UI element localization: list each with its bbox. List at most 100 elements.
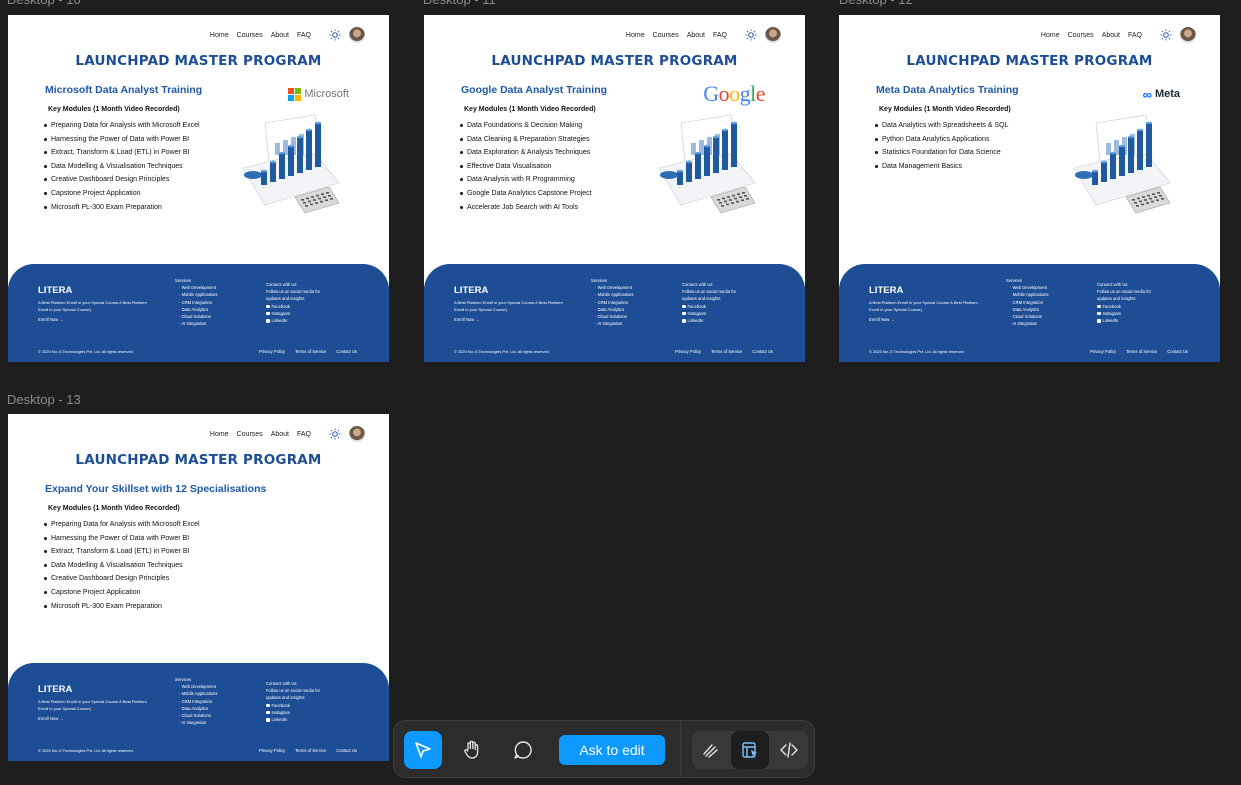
nav-item-home[interactable]: Home <box>1041 32 1060 39</box>
social-link-instagram[interactable]: Instagram <box>682 310 750 317</box>
nav-item-about[interactable]: About <box>271 32 289 39</box>
nav-item-about[interactable]: About <box>271 431 289 438</box>
service-link[interactable]: · Data Analytics <box>595 306 633 313</box>
service-link[interactable]: · CRM Integration <box>179 299 217 306</box>
social-link-facebook[interactable]: Facebook <box>266 702 334 709</box>
sun-icon[interactable] <box>329 29 341 41</box>
service-link[interactable]: · Web Development <box>179 284 217 291</box>
social-link-facebook[interactable]: Facebook <box>266 303 334 310</box>
footer-links: Privacy Policy Terms of Service Contact Us <box>259 349 357 354</box>
service-link[interactable]: · Data Analytics <box>179 306 217 313</box>
modules-heading: Key Modules (1 Month Video Recorded) <box>48 505 180 512</box>
modules-heading: Key Modules (1 Month Video Recorded) <box>48 106 180 113</box>
social-link-instagram[interactable]: Instagram <box>266 310 334 317</box>
sun-icon[interactable] <box>329 428 341 440</box>
service-link[interactable]: · Mobile Applications <box>179 291 217 298</box>
dev-mode-button[interactable] <box>770 731 808 769</box>
service-link[interactable]: · Cloud Solutions <box>1010 313 1048 320</box>
enroll-now-link[interactable]: Enroll Now → <box>869 317 895 322</box>
frame-label[interactable]: Desktop - 11 <box>423 0 496 7</box>
desktop-frame[interactable]: Home Courses About FAQ LAUNCHPAD MASTER PROG… <box>839 15 1220 362</box>
service-link[interactable]: · Data Analytics <box>1010 306 1048 313</box>
frame-label[interactable]: Desktop - 10 <box>7 0 81 7</box>
nav-item-faq[interactable]: FAQ <box>1128 32 1142 39</box>
footer-link[interactable]: Contact Us <box>336 748 357 753</box>
service-link[interactable]: · AI Integration <box>179 719 217 726</box>
service-link[interactable]: · Cloud Solutions <box>179 313 217 320</box>
footer-link[interactable]: Privacy Policy <box>259 748 285 753</box>
social-link-linkedin[interactable]: LinkedIn <box>266 716 334 723</box>
service-link[interactable]: · Data Analytics <box>179 705 217 712</box>
service-link[interactable]: · CRM Integration <box>179 698 217 705</box>
footer-link[interactable]: Contact Us <box>1167 349 1188 354</box>
footer-link[interactable]: Terms of Service <box>295 748 326 753</box>
social-link-linkedin[interactable]: LinkedIn <box>1097 317 1165 324</box>
nav-item-home[interactable]: Home <box>210 32 229 39</box>
modules-list: Preparing Data for Analysis with Microso… <box>44 119 200 214</box>
nav-item-faq[interactable]: FAQ <box>297 431 311 438</box>
service-link[interactable]: · Mobile Applications <box>595 291 633 298</box>
service-link[interactable]: · Cloud Solutions <box>595 313 633 320</box>
service-link[interactable]: · Web Development <box>595 284 633 291</box>
desktop-frame[interactable]: Home Courses About FAQ LAUNCHPAD MASTER PROG… <box>8 15 389 362</box>
nav-item-courses[interactable]: Courses <box>1068 32 1094 39</box>
frame-label[interactable]: Desktop - 12 <box>839 0 913 7</box>
move-tool-button[interactable] <box>404 731 442 769</box>
footer-link[interactable]: Terms of Service <box>1126 349 1157 354</box>
desktop-frame[interactable]: Home Courses About FAQ LAUNCHPAD MASTER PROG… <box>8 414 389 761</box>
service-link[interactable]: · CRM Integration <box>595 299 633 306</box>
service-link[interactable]: · Mobile Applications <box>179 690 217 697</box>
service-link[interactable]: · Web Development <box>179 683 217 690</box>
social-link-linkedin[interactable]: LinkedIn <box>682 317 750 324</box>
design-mode-button[interactable] <box>731 731 769 769</box>
enroll-now-link[interactable]: Enroll Now → <box>38 317 64 322</box>
hand-tool-button[interactable] <box>453 731 491 769</box>
footer-link[interactable]: Terms of Service <box>295 349 326 354</box>
ask-to-edit-button[interactable]: Ask to edit <box>559 735 665 765</box>
service-label: Data Analytics <box>597 306 625 312</box>
service-link[interactable]: · Mobile Applications <box>1010 291 1048 298</box>
social-link-instagram[interactable]: Instagram <box>1097 310 1165 317</box>
nav-item-courses[interactable]: Courses <box>237 431 263 438</box>
footer-link[interactable]: Contact Us <box>752 349 773 354</box>
nav-item-courses[interactable]: Courses <box>653 32 679 39</box>
social-link-linkedin[interactable]: LinkedIn <box>266 317 334 324</box>
footer-link[interactable]: Privacy Policy <box>675 349 701 354</box>
nav-item-home[interactable]: Home <box>626 32 645 39</box>
sun-icon[interactable] <box>1160 29 1172 41</box>
footer-tagline: A Best Platform Enroll in your Special C… <box>454 300 563 312</box>
service-link[interactable]: · Web Development <box>1010 284 1048 291</box>
nav-item-about[interactable]: About <box>1102 32 1120 39</box>
social-link-facebook[interactable]: Facebook <box>1097 303 1165 310</box>
service-link[interactable]: · AI Integration <box>595 320 633 327</box>
footer-link[interactable]: Privacy Policy <box>1090 349 1116 354</box>
desktop-frame[interactable]: Home Courses About FAQ LAUNCHPAD MASTER PROG… <box>424 15 805 362</box>
avatar[interactable] <box>349 27 365 43</box>
draw-mode-button[interactable] <box>692 731 730 769</box>
service-link[interactable]: · AI Integration <box>179 320 217 327</box>
footer-link[interactable]: Contact Us <box>336 349 357 354</box>
nav-item-about[interactable]: About <box>687 32 705 39</box>
frame-label[interactable]: Desktop - 13 <box>7 392 81 407</box>
linkedin-icon <box>266 718 270 722</box>
service-link[interactable]: · Cloud Solutions <box>179 712 217 719</box>
brand-name: Meta <box>1154 88 1180 100</box>
avatar[interactable] <box>765 27 781 43</box>
service-link[interactable]: · AI Integration <box>1010 320 1048 327</box>
service-link[interactable]: · CRM Integration <box>1010 299 1048 306</box>
nav-item-courses[interactable]: Courses <box>237 32 263 39</box>
footer-link[interactable]: Privacy Policy <box>259 349 285 354</box>
enroll-now-link[interactable]: Enroll Now → <box>38 716 64 721</box>
social-link-facebook[interactable]: Facebook <box>682 303 750 310</box>
course-subtitle: Expand Your Skillset with 12 Specialisat… <box>45 483 267 495</box>
enroll-now-link[interactable]: Enroll Now → <box>454 317 480 322</box>
footer-link[interactable]: Terms of Service <box>711 349 742 354</box>
avatar[interactable] <box>1180 27 1196 43</box>
comment-tool-button[interactable] <box>504 731 542 769</box>
avatar[interactable] <box>349 426 365 442</box>
nav-item-faq[interactable]: FAQ <box>713 32 727 39</box>
nav-item-faq[interactable]: FAQ <box>297 32 311 39</box>
sun-icon[interactable] <box>745 29 757 41</box>
social-link-instagram[interactable]: Instagram <box>266 709 334 716</box>
nav-item-home[interactable]: Home <box>210 431 229 438</box>
